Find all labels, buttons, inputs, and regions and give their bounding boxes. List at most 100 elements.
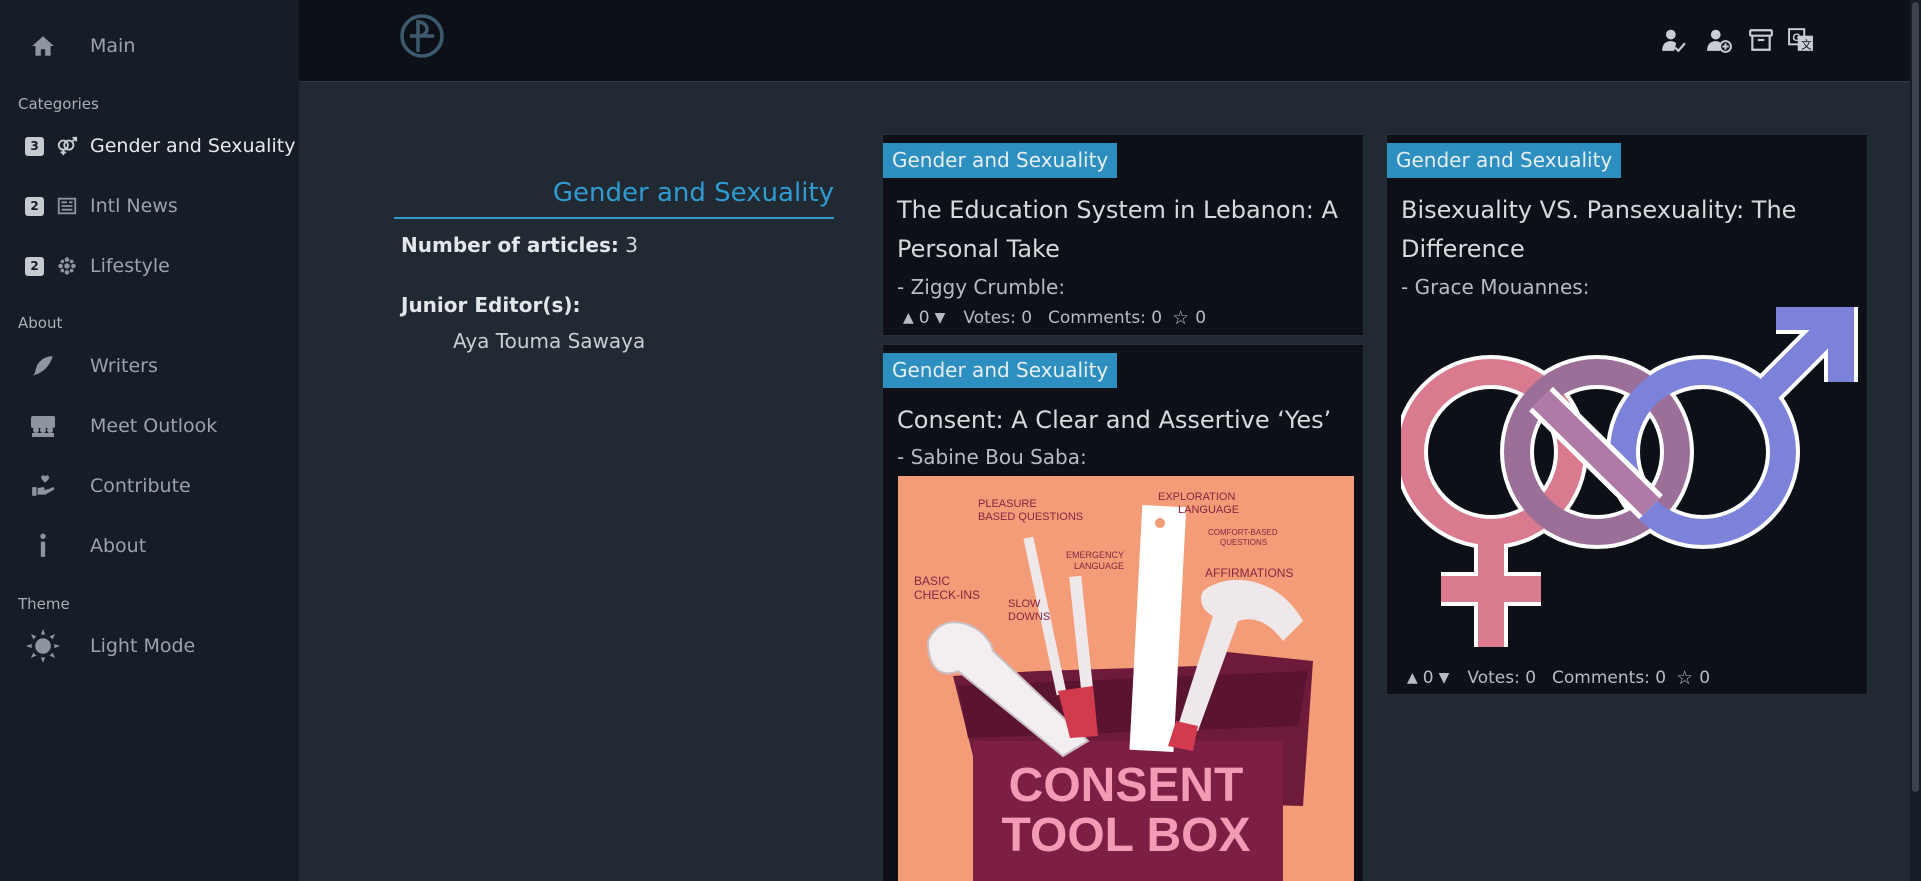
sun-icon [26,629,60,663]
thumbnail-label-line: LANGUAGE [1178,504,1240,516]
votes-count: Votes: 0 [963,308,1033,328]
article-title-line: Difference [1401,235,1525,263]
article-title[interactable]: Consent: A Clear and Assertive ‘Yes’ [897,401,1331,440]
light-mode-toggle[interactable]: Light Mode [0,624,299,668]
sidebar-item-label: Meet Outlook [90,415,218,437]
thumbnail-label-line: EXPLORATION [1158,491,1236,503]
bisexual-pansexual-symbol-image[interactable] [1394,300,1861,667]
sidebar: Main Categories 3 Gender and Sexuality 2… [0,0,299,881]
thumbnail-label-line: PLEASURE [978,498,1037,510]
hand-heart-icon [26,469,60,503]
user-plus-icon[interactable] [1706,27,1732,53]
article-card[interactable]: Gender and Sexuality Bisexuality VS. Pan… [1386,134,1868,695]
sidebar-item-label: Light Mode [90,635,196,657]
sidebar-item-label: Gender and Sexuality [90,135,296,157]
sidebar-item-label: About [90,535,147,557]
thumbnail-label-line: LANGUAGE [1074,561,1125,571]
article-stats: ▲ 0 ▼ Votes: 0 Comments: 0 ☆ 0 [903,307,1206,329]
thumbnail-label: EXPLORATION LANGUAGE [1158,491,1239,517]
downvote-icon[interactable]: ▼ [935,310,946,326]
thumbnail-label-line: SLOW [1008,598,1041,610]
sidebar-item-contribute[interactable]: Contribute [0,464,299,508]
team-icon [26,409,60,443]
thumbnail-label-line: EMERGENCY [1066,550,1125,560]
votes-count: Votes: 0 [1467,668,1537,688]
stars-count: 0 [1195,308,1207,328]
downvote-icon[interactable]: ▼ [1439,670,1450,686]
category-tag[interactable]: Gender and Sexuality [1387,143,1622,178]
thumbnail-label: BASIC CHECK-INS [914,574,980,602]
flower-icon [55,254,79,278]
article-author: - Sabine Bou Saba: [897,445,1087,469]
comments-count[interactable]: Comments: 0 [1048,308,1162,328]
thumbnail-headline: CONSENT TOOL BOX [898,761,1354,861]
thumbnail-label: PLEASURE BASED QUESTIONS [978,498,1083,524]
count-badge: 2 [25,256,44,276]
sidebar-item-about[interactable]: About [0,524,299,568]
thumbnail-label: COMFORT-BASED QUESTIONS [1208,528,1278,548]
thumbnail-line: TOOL BOX [1001,809,1251,862]
category-tag[interactable]: Gender and Sexuality [883,353,1118,388]
article-thumbnail[interactable]: CONSENT TOOL BOX PLEASURE BASED QUESTION… [898,476,1354,881]
thumbnail-label-line: QUESTIONS [1220,538,1268,547]
sidebar-item-lifestyle[interactable]: 2 Lifestyle [0,244,299,288]
sidebar-item-label: Main [90,35,136,57]
article-card[interactable]: Gender and Sexuality The Education Syste… [882,134,1364,336]
thumbnail-label: AFFIRMATIONS [1205,566,1294,580]
scrollbar[interactable] [1910,0,1921,881]
article-count-label: Number of articles: [401,233,619,257]
article-author: - Grace Mouannes: [1401,275,1590,299]
info-icon [26,529,60,563]
thumbnail-label-line: BASIC [914,574,951,588]
editor-label-text: Junior Editor(s): [401,293,581,317]
sidebar-item-label: Writers [90,355,158,377]
title-underline [394,217,834,219]
feather-icon [26,349,60,383]
user-check-icon[interactable] [1660,27,1686,53]
sidebar-item-label: Lifestyle [90,255,170,277]
gender-icon [55,134,79,158]
sidebar-item-meet-outlook[interactable]: Meet Outlook [0,404,299,448]
count-badge: 2 [25,196,44,216]
article-author: - Ziggy Crumble: [897,275,1066,299]
star-icon[interactable]: ☆ [1676,667,1693,689]
scrollbar-thumb[interactable] [1912,2,1919,792]
archive-icon[interactable] [1748,27,1774,53]
section-label-theme: Theme [18,595,70,613]
newspaper-icon [55,194,79,218]
thumbnail-label-line: CHECK-INS [914,588,981,602]
star-icon[interactable]: ☆ [1172,307,1189,329]
sidebar-item-main[interactable]: Main [0,24,299,68]
upvote-icon[interactable]: ▲ [903,310,914,326]
article-count-value: 3 [625,233,638,257]
translate-icon[interactable]: G文 [1788,27,1814,53]
site-logo[interactable] [398,12,446,60]
article-title-line: Personal Take [897,235,1060,263]
thumbnail-label-line: COMFORT-BASED [1208,528,1278,537]
junior-editor-name: Aya Touma Sawaya [453,329,646,353]
upvote-icon[interactable]: ▲ [1407,670,1418,686]
thumbnail-line: CONSENT [1008,759,1244,812]
category-title: Gender and Sexuality [552,178,834,208]
article-title-line: The Education System in Lebanon: A [897,196,1338,224]
stars-count: 0 [1699,668,1711,688]
sidebar-item-intl-news[interactable]: 2 Intl News [0,184,299,228]
junior-editor-label: Junior Editor(s): [401,293,581,317]
thumbnail-label: SLOW DOWNS [1008,598,1050,624]
sidebar-item-label: Intl News [90,195,178,217]
sidebar-item-writers[interactable]: Writers [0,344,299,388]
article-title[interactable]: Bisexuality VS. Pansexuality: The Differ… [1401,191,1796,269]
article-card[interactable]: Gender and Sexuality Consent: A Clear an… [882,344,1364,881]
svg-text:文: 文 [1801,38,1812,52]
score-value: 0 [918,308,930,328]
category-tag[interactable]: Gender and Sexuality [883,143,1118,178]
article-count-row: Number of articles: 3 [401,233,638,257]
count-badge: 3 [25,136,44,156]
sidebar-item-gender-and-sexuality[interactable]: 3 Gender and Sexuality [0,124,299,168]
comments-count[interactable]: Comments: 0 [1552,668,1666,688]
thumbnail-label: EMERGENCY LANGUAGE [1066,550,1124,572]
thumbnail-label-line: DOWNS [1008,611,1051,623]
home-icon [26,29,60,63]
article-title[interactable]: The Education System in Lebanon: A Perso… [897,191,1338,269]
svg-text:G: G [1792,32,1800,44]
